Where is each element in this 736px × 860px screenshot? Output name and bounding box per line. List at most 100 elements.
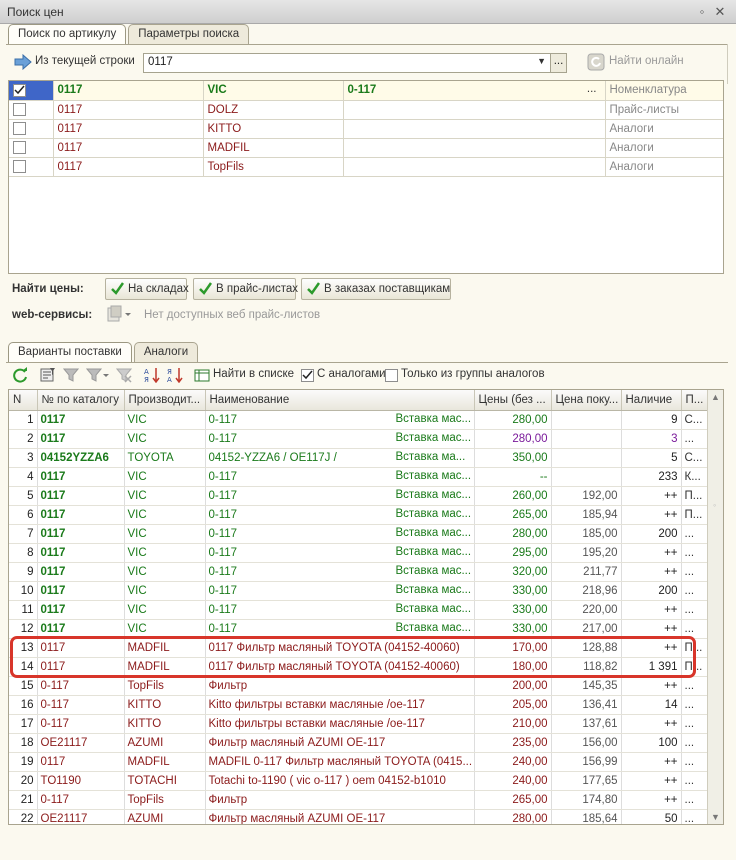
table-row[interactable]: 11 0117 VIC 0-117 Вставка мас... 330,00 220,00… xyxy=(9,600,708,620)
stock-cell: 3 xyxy=(621,429,682,449)
sort-desc-icon[interactable]: ЯA xyxy=(167,367,183,383)
dropdown-arrow-icon[interactable]: ▼ xyxy=(537,56,546,66)
ellipsis-button[interactable]: ... xyxy=(550,54,566,72)
table-row[interactable]: 6 0117 VIC 0-117 Вставка мас... 265,00 185,94 +… xyxy=(9,505,708,525)
manufacturer-cell: KITTO xyxy=(124,695,206,715)
vertical-scrollbar[interactable]: ▲ ◦ ▼ xyxy=(707,390,723,824)
row-select-cell[interactable] xyxy=(9,119,54,139)
row-checkbox[interactable] xyxy=(13,141,26,154)
price-cell: 200,00 xyxy=(474,676,552,696)
search-input[interactable]: 0117 ▼ ... xyxy=(143,53,567,73)
row-checkbox[interactable] xyxy=(13,160,26,173)
article-row[interactable]: 0117 MADFIL Аналоги xyxy=(9,138,723,158)
table-row[interactable]: 9 0117 VIC 0-117 Вставка мас... 320,00 211,77 +… xyxy=(9,562,708,582)
row-select-cell[interactable] xyxy=(9,157,54,177)
table-row[interactable]: 17 0-117 KITTO Kitto фильтры вставки маслян… xyxy=(9,714,708,734)
filter-icon[interactable] xyxy=(63,367,79,383)
column-header[interactable]: Производит... xyxy=(124,390,206,411)
price-cell: 280,00 xyxy=(474,410,552,430)
purchase-price-cell: 211,77 xyxy=(551,562,622,582)
row-checkbox[interactable] xyxy=(13,83,26,97)
window-title: Поиск цен xyxy=(7,5,64,19)
arrow-right-icon[interactable] xyxy=(14,53,32,71)
tab-search-params[interactable]: Параметры поиска xyxy=(128,24,250,44)
clear-filter-icon[interactable] xyxy=(116,367,132,383)
column-header[interactable]: № по каталогу xyxy=(37,390,125,411)
bottom-tabs-line xyxy=(6,362,728,363)
column-header[interactable]: Цены (без ... xyxy=(474,390,552,411)
table-row[interactable]: 22 OE21117 AZUMI Фильтр масляный AZUMI OE-1… xyxy=(9,809,708,824)
brand-cell: TopFils xyxy=(203,157,344,177)
table-row[interactable]: 15 0-117 TopFils Фильтр 200,00 145,35 ++... xyxy=(9,676,708,696)
in-pricelists-button[interactable]: В прайс-листах xyxy=(193,278,298,300)
table-row[interactable]: 1 0117 VIC 0-117 Вставка мас... 280,00 9 С... xyxy=(9,410,708,430)
find-in-list-button[interactable]: Найти в списке xyxy=(213,368,294,380)
price-cell: 205,00 xyxy=(474,695,552,715)
row-number-cell: 22 xyxy=(9,809,38,824)
p-cell: ... xyxy=(681,600,708,620)
column-header[interactable]: Наличие xyxy=(621,390,682,411)
table-row[interactable]: 4 0117 VIC 0-117 Вставка мас... -- 233 К... xyxy=(9,467,708,487)
with-analogs-label: С аналогами xyxy=(317,368,386,380)
on-stock-button[interactable]: На складах xyxy=(105,278,189,300)
brand-cell: DOLZ xyxy=(203,100,344,120)
p-cell: ... xyxy=(681,752,708,772)
tab-analogs[interactable]: Аналоги xyxy=(133,342,199,362)
row-select-cell[interactable] xyxy=(9,81,54,101)
in-supplier-orders-button[interactable]: В заказах поставщикам xyxy=(301,278,451,300)
table-row[interactable]: 8 0117 VIC 0-117 Вставка мас... 295,00 195,20 +… xyxy=(9,543,708,563)
purchase-price-cell: 192,00 xyxy=(551,486,622,506)
table-row[interactable]: 21 0-117 TopFils Фильтр 265,00 174,80 ++... xyxy=(9,790,708,810)
manufacturer-cell: VIC xyxy=(124,505,206,525)
article-row[interactable]: 0117 KITTO Аналоги xyxy=(9,119,723,139)
manufacturer-cell: VIC xyxy=(124,600,206,620)
filter-settings-icon[interactable] xyxy=(40,367,56,383)
bottom-tabs: Варианты поставки Аналоги xyxy=(8,342,200,363)
name-cell: 0-117 Вставка мас... xyxy=(205,467,475,487)
filter-dropdown-icon[interactable] xyxy=(86,367,110,383)
name-cell: 0-117 Вставка мас... xyxy=(205,524,475,544)
brand-cell: MADFIL xyxy=(203,138,344,158)
column-header[interactable]: Цена поку... xyxy=(551,390,622,411)
column-header[interactable]: N xyxy=(9,390,38,411)
refresh-online-icon[interactable] xyxy=(587,53,605,71)
scroll-up-icon: ▲ xyxy=(711,392,720,402)
sort-asc-icon[interactable]: AЯ xyxy=(144,367,160,383)
price-cell: 350,00 xyxy=(474,448,552,468)
tab-delivery-variants[interactable]: Варианты поставки xyxy=(8,342,132,363)
find-online-button[interactable]: Найти онлайн xyxy=(609,55,684,67)
article-row[interactable]: 0117 TopFils Аналоги xyxy=(9,157,723,177)
p-cell: ... xyxy=(681,771,708,791)
column-header[interactable]: Наименование xyxy=(205,390,475,411)
article-row[interactable]: 0117 VIC 0-117... Номенклатура xyxy=(9,81,723,101)
row-checkbox[interactable] xyxy=(13,122,26,135)
table-row[interactable]: 3 04152YZZA6 TOYOTA 04152-YZZA6 / OE117J / В… xyxy=(9,448,708,468)
table-row[interactable]: 19 0117 MADFIL MADFIL 0-117 Фильтр масляны… xyxy=(9,752,708,772)
table-row[interactable]: 10 0117 VIC 0-117 Вставка мас... 330,00 218,96… xyxy=(9,581,708,601)
table-row[interactable]: 5 0117 VIC 0-117 Вставка мас... 260,00 192,00 +… xyxy=(9,486,708,506)
table-row[interactable]: 16 0-117 KITTO Kitto фильтры вставки маслян… xyxy=(9,695,708,715)
name-extra[interactable]: ... xyxy=(587,83,597,95)
row-checkbox[interactable] xyxy=(13,103,26,116)
with-analogs-checkbox[interactable] xyxy=(301,369,314,382)
table-row[interactable]: 18 OE21117 AZUMI Фильтр масляный AZUMI OE-1… xyxy=(9,733,708,753)
table-row[interactable]: 20 TO1190 TOTACHI Totachi to-1190 ( vic o-1… xyxy=(9,771,708,791)
svg-text:Я: Я xyxy=(144,376,149,383)
row-select-cell[interactable] xyxy=(9,138,54,158)
only-group-checkbox[interactable] xyxy=(385,369,398,382)
menu-icon[interactable]: ◦ xyxy=(694,4,710,20)
find-in-list-icon[interactable] xyxy=(194,367,210,383)
stock-cell: ++ xyxy=(621,543,682,563)
from-current-row-label[interactable]: Из текущей строки xyxy=(35,55,135,67)
row-select-cell[interactable] xyxy=(9,100,54,120)
brand-cell: KITTO xyxy=(203,119,344,139)
table-row[interactable]: 7 0117 VIC 0-117 Вставка мас... 280,00 185,00 2… xyxy=(9,524,708,544)
catalog-number-cell: TO1190 xyxy=(37,771,125,791)
table-row[interactable]: 2 0117 VIC 0-117 Вставка мас... 280,00 3... xyxy=(9,429,708,449)
refresh-icon[interactable] xyxy=(12,367,28,383)
article-row[interactable]: 0117 DOLZ Прайс-листы xyxy=(9,100,723,120)
web-service-icon[interactable] xyxy=(107,305,135,323)
column-header[interactable]: П... xyxy=(681,390,708,411)
close-icon[interactable]: ✕ xyxy=(712,4,728,20)
tab-search-by-article[interactable]: Поиск по артикулу xyxy=(8,24,127,45)
